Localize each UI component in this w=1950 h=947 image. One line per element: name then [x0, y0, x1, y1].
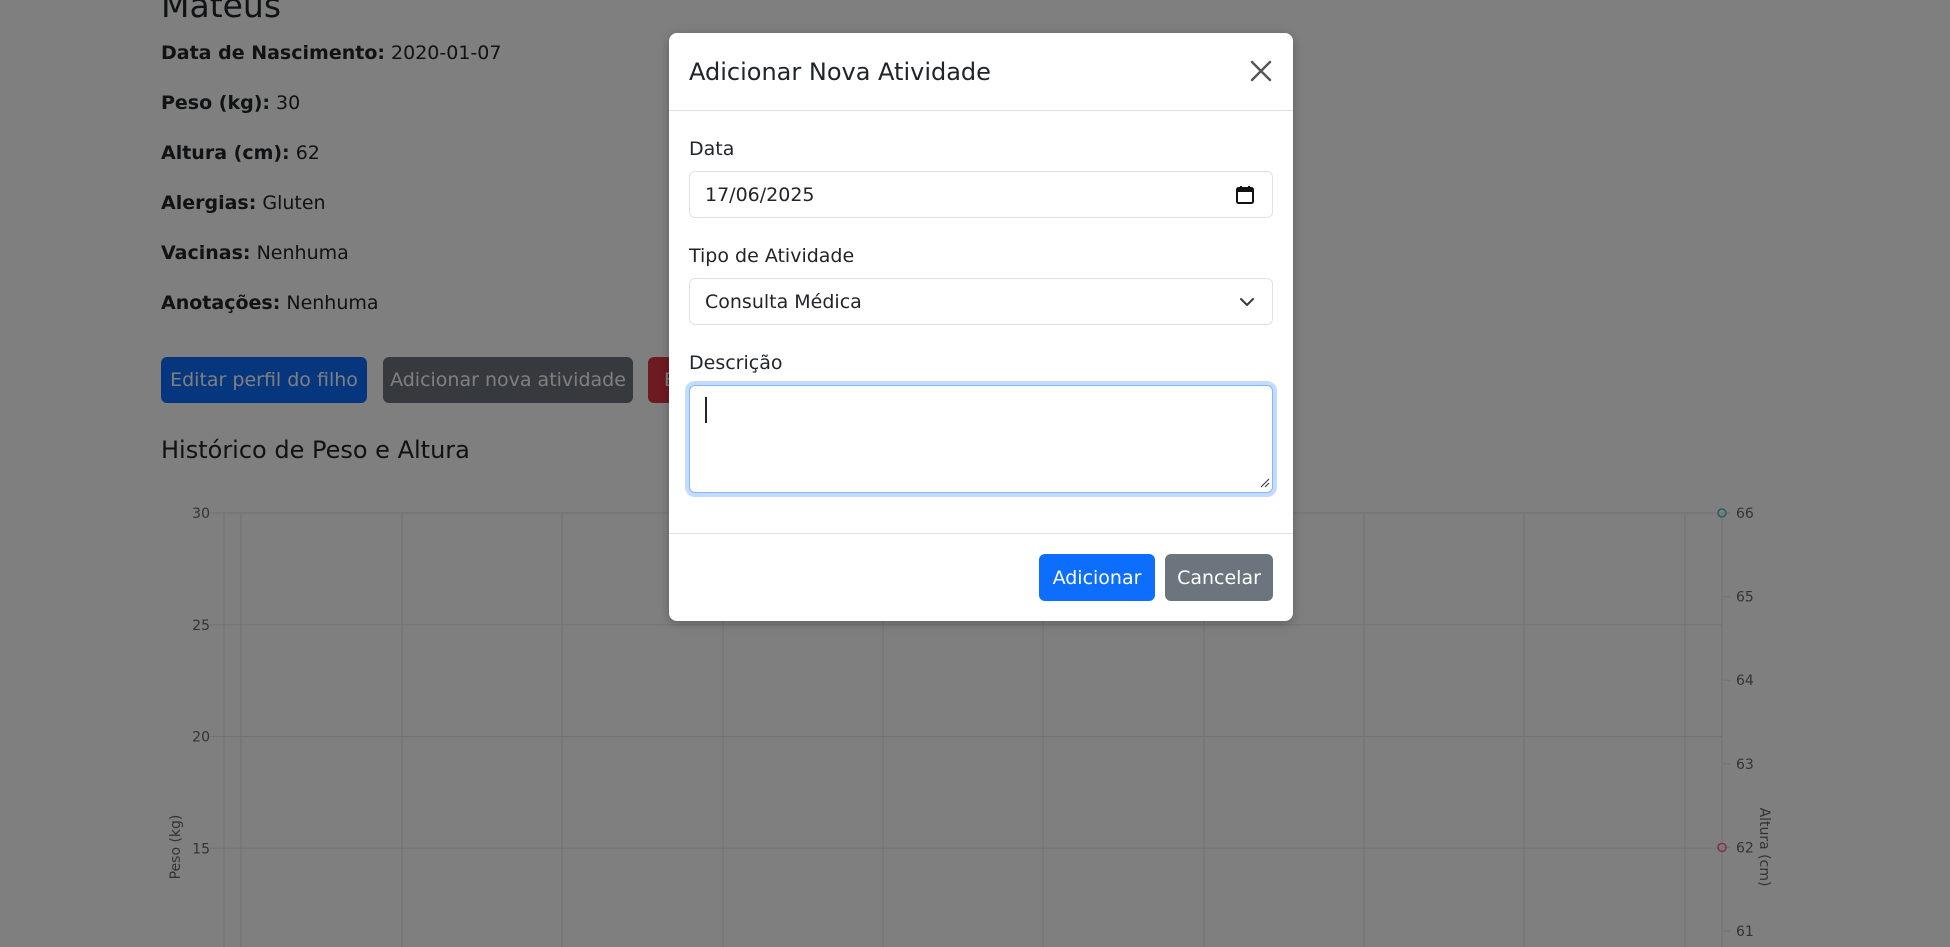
date-value: 17/06/2025 [705, 183, 815, 206]
close-button[interactable] [1245, 55, 1277, 87]
activity-type-select[interactable]: Consulta Médica [689, 278, 1273, 325]
description-textarea[interactable] [689, 385, 1273, 493]
date-input[interactable]: 17/06/2025 [689, 171, 1273, 218]
modal-header: Adicionar Nova Atividade [669, 33, 1293, 111]
calendar-icon[interactable] [1234, 184, 1256, 206]
add-activity-modal: Adicionar Nova Atividade Data 17/06/2025… [669, 33, 1293, 621]
activity-type-label: Tipo de Atividade [689, 245, 855, 267]
activity-type-value: Consulta Médica [705, 290, 862, 313]
chevron-down-icon [1240, 298, 1254, 306]
close-icon [1250, 60, 1272, 82]
resize-handle-icon[interactable] [1260, 478, 1270, 488]
date-label: Data [689, 138, 735, 160]
cancel-button[interactable]: Cancelar [1165, 554, 1273, 601]
modal-title: Adicionar Nova Atividade [689, 58, 991, 86]
description-label: Descrição [689, 352, 783, 374]
text-caret [705, 397, 707, 423]
submit-button[interactable]: Adicionar [1039, 554, 1155, 601]
